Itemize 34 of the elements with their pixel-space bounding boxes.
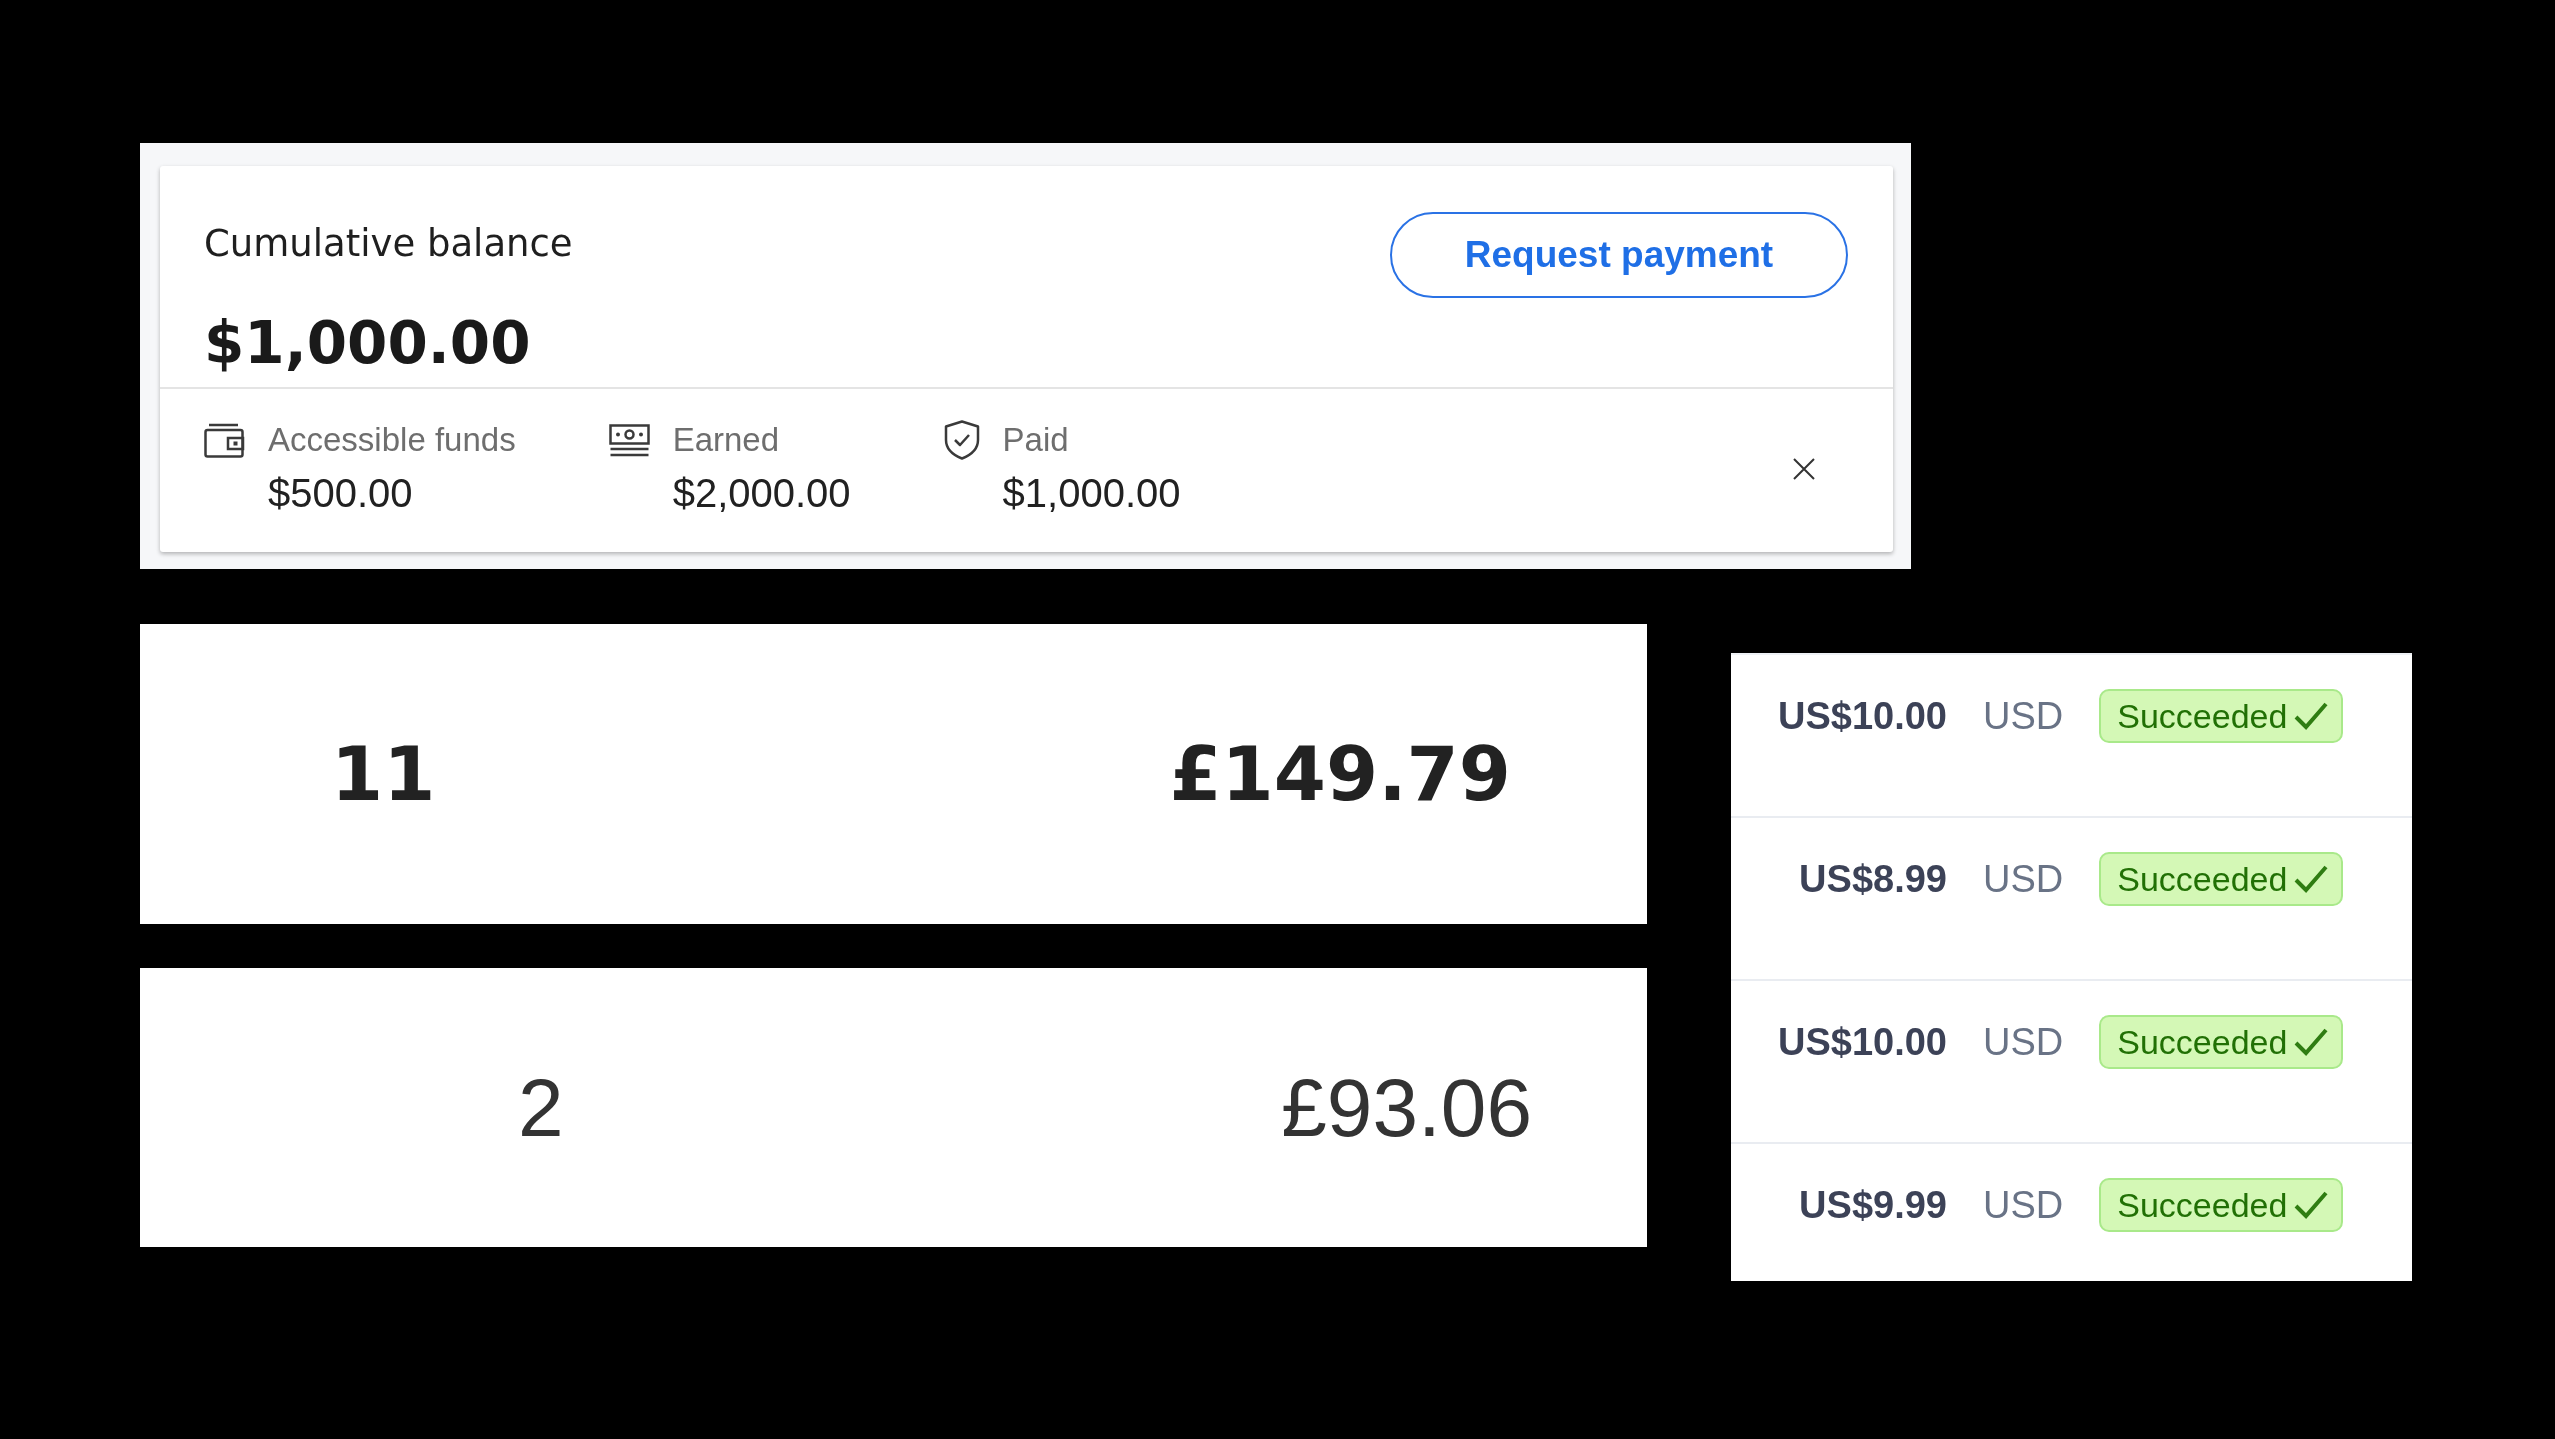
stat-label: Earned bbox=[672, 420, 781, 460]
status-text: Succeeded bbox=[2117, 1185, 2288, 1225]
status-text: Succeeded bbox=[2117, 696, 2288, 736]
stat-value: $2,000.00 bbox=[672, 470, 851, 516]
status-text: Succeeded bbox=[2117, 859, 2288, 899]
currency-code: USD bbox=[1983, 694, 2064, 739]
shield-check-icon bbox=[943, 420, 980, 460]
request-payment-button[interactable]: Request payment bbox=[1390, 212, 1848, 298]
stat-label: Paid bbox=[1002, 420, 1070, 460]
status-text: Succeeded bbox=[2117, 1022, 2288, 1062]
payment-amount: US$8.99 bbox=[1798, 857, 1947, 902]
stat-value: $1,000.00 bbox=[1002, 470, 1181, 516]
stat-label: Accessible funds bbox=[268, 420, 516, 460]
check-icon bbox=[2293, 1027, 2330, 1057]
payment-amount: US$10.00 bbox=[1777, 1020, 1947, 1065]
stat-value: $500.00 bbox=[268, 470, 414, 516]
check-icon bbox=[2293, 864, 2330, 894]
payment-amount: US$10.00 bbox=[1777, 694, 1947, 739]
currency-code: USD bbox=[1983, 1183, 2064, 1228]
currency-code: USD bbox=[1983, 857, 2064, 902]
amount-value: £93.06 bbox=[1281, 1060, 1532, 1155]
count-value: 11 bbox=[331, 729, 436, 819]
close-icon bbox=[1792, 457, 1816, 481]
banknote-icon bbox=[608, 423, 650, 457]
close-button[interactable] bbox=[1792, 457, 1816, 481]
amount-value: £149.79 bbox=[1169, 729, 1511, 819]
count-value: 2 bbox=[518, 1060, 564, 1155]
balance-amount: $1,000.00 bbox=[204, 308, 531, 378]
payment-amount: US$9.99 bbox=[1798, 1183, 1947, 1228]
currency-code: USD bbox=[1983, 1020, 2064, 1065]
check-icon bbox=[2293, 701, 2330, 731]
check-icon bbox=[2293, 1190, 2330, 1220]
balance-title: Cumulative balance bbox=[204, 221, 573, 267]
wallet-icon bbox=[204, 422, 245, 458]
